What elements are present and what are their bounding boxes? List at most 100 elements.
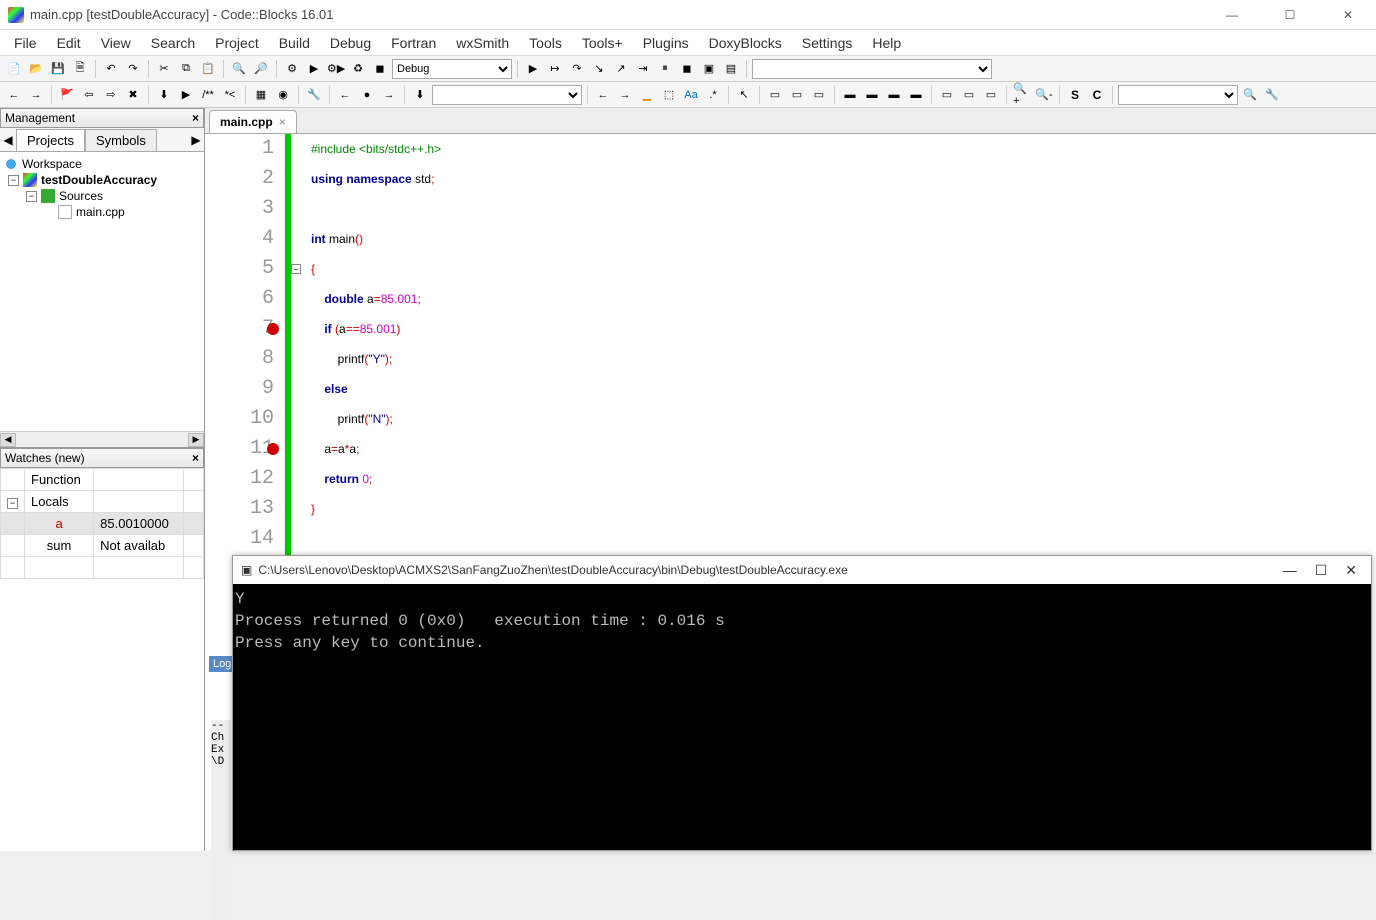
debug-continue-icon[interactable]: ↦ [545, 59, 565, 79]
wx6-icon[interactable]: ▬ [884, 85, 904, 105]
line-number[interactable]: 10 [205, 404, 284, 434]
nav-r-icon[interactable]: → [615, 85, 635, 105]
wx5-icon[interactable]: ▬ [862, 85, 882, 105]
tab-symbols[interactable]: Symbols [85, 129, 157, 151]
tab-nav-right-icon[interactable]: ▶ [188, 133, 204, 147]
cut-icon[interactable]: ✂ [154, 59, 174, 79]
line-number[interactable]: 6 [205, 284, 284, 314]
nav-l-icon[interactable]: ← [593, 85, 613, 105]
text-icon[interactable]: ⬚ [659, 85, 679, 105]
copy-icon[interactable]: ⧉ [176, 59, 196, 79]
aa-icon[interactable]: Aa [681, 85, 701, 105]
tree-scrollbar[interactable]: ◀ ▶ [0, 431, 204, 447]
menu-file[interactable]: File [4, 32, 47, 54]
line-number[interactable]: 14 [205, 524, 284, 554]
run-icon[interactable]: ▶ [304, 59, 324, 79]
bookmark-toggle-icon[interactable]: 🚩 [57, 85, 77, 105]
replace-icon[interactable]: 🔎 [251, 59, 271, 79]
expand-sources-icon[interactable]: − [26, 191, 37, 202]
line-number[interactable]: 1 [205, 134, 284, 164]
line-number[interactable]: 4 [205, 224, 284, 254]
step-out-icon[interactable]: ↗ [611, 59, 631, 79]
file-tab-main[interactable]: main.cpp × [209, 110, 297, 133]
cursor-icon[interactable]: ↖ [734, 85, 754, 105]
zoom-in-icon[interactable]: 🔍+ [1012, 85, 1032, 105]
menu-build[interactable]: Build [269, 32, 320, 54]
code-line[interactable] [311, 194, 441, 224]
tab-nav-left-icon[interactable]: ◀ [0, 133, 16, 147]
code-line[interactable]: } [311, 494, 441, 524]
paste-icon[interactable]: 📋 [198, 59, 218, 79]
wrench-icon[interactable]: 🔧 [304, 85, 324, 105]
forward-icon[interactable]: → [26, 85, 46, 105]
zoom-out-icon[interactable]: 🔍- [1034, 85, 1054, 105]
build-icon[interactable]: ⚙ [282, 59, 302, 79]
debug-window-icon[interactable]: ▣ [699, 59, 719, 79]
nav-fwd-icon[interactable]: → [379, 85, 399, 105]
search2-icon[interactable]: 🔍 [1240, 85, 1260, 105]
wx10-icon[interactable]: ▭ [981, 85, 1001, 105]
console-titlebar[interactable]: ▣ C:\Users\Lenovo\Desktop\ACMXS2\SanFang… [233, 556, 1371, 584]
info-icon[interactable]: ▤ [721, 59, 741, 79]
menu-settings[interactable]: Settings [792, 32, 863, 54]
c-icon[interactable]: C [1087, 85, 1107, 105]
tab-projects[interactable]: Projects [16, 129, 85, 151]
undo-icon[interactable]: ↶ [101, 59, 121, 79]
highlight-icon[interactable]: ▁ [637, 85, 657, 105]
stop-debug-icon[interactable]: ◼ [677, 59, 697, 79]
line-number[interactable]: 5 [205, 254, 284, 284]
watches-table[interactable]: Function −Locals a85.0010000 sumNot avai… [0, 468, 204, 851]
line-number[interactable]: 11 [205, 434, 284, 464]
menu-view[interactable]: View [91, 32, 141, 54]
line-number[interactable]: 13 [205, 494, 284, 524]
line-number[interactable]: 7 [205, 314, 284, 344]
search-combo[interactable] [1118, 85, 1238, 105]
scroll-right-icon[interactable]: ▶ [188, 433, 204, 447]
menu-fortran[interactable]: Fortran [381, 32, 446, 54]
menu-wxsmith[interactable]: wxSmith [446, 32, 519, 54]
close-button[interactable]: ✕ [1328, 5, 1368, 25]
arrow-down-icon[interactable]: ⬇ [410, 85, 430, 105]
wx4-icon[interactable]: ▬ [840, 85, 860, 105]
menu-tools[interactable]: Tools [519, 32, 572, 54]
menu-search[interactable]: Search [141, 32, 205, 54]
next-instr-icon[interactable]: ⇥ [633, 59, 653, 79]
code-line[interactable]: if (a==85.001) [311, 314, 441, 344]
fold-icon[interactable]: − [291, 264, 301, 274]
code-line[interactable]: using namespace std; [311, 164, 441, 194]
tool2-icon[interactable]: ◉ [273, 85, 293, 105]
s-icon[interactable]: S [1065, 85, 1085, 105]
tool1-icon[interactable]: ▦ [251, 85, 271, 105]
code-line[interactable]: a=a*a; [311, 434, 441, 464]
wx1-icon[interactable]: ▭ [765, 85, 785, 105]
expand-project-icon[interactable]: − [8, 175, 19, 186]
save-all-icon[interactable]: 🗎 [70, 59, 90, 79]
project-label[interactable]: testDoubleAccuracy [41, 173, 157, 187]
compile-file-icon[interactable]: ⬇ [154, 85, 174, 105]
abort-icon[interactable]: ◼ [370, 59, 390, 79]
debug-run-icon[interactable]: ▶ [523, 59, 543, 79]
line-number[interactable]: 9 [205, 374, 284, 404]
dotstar-icon[interactable]: .* [703, 85, 723, 105]
wx9-icon[interactable]: ▭ [959, 85, 979, 105]
code-line[interactable]: int main() [311, 224, 441, 254]
console-close-icon[interactable]: ✕ [1339, 562, 1363, 579]
line-number[interactable]: 8 [205, 344, 284, 374]
breakpoint-icon[interactable] [267, 443, 279, 455]
code-line[interactable]: #include <bits/stdc++.h> [311, 134, 441, 164]
redo-icon[interactable]: ↷ [123, 59, 143, 79]
maximize-button[interactable]: ☐ [1270, 5, 1310, 25]
sources-label[interactable]: Sources [59, 189, 103, 203]
code-line[interactable]: else [311, 374, 441, 404]
menu-tools[interactable]: Tools+ [572, 32, 633, 54]
menu-edit[interactable]: Edit [47, 32, 91, 54]
back-icon[interactable]: ← [4, 85, 24, 105]
nav-back-icon[interactable]: ← [335, 85, 355, 105]
console-output[interactable]: Y Process returned 0 (0x0) execution tim… [233, 584, 1371, 850]
nav-dot-icon[interactable]: ● [357, 85, 377, 105]
code-line[interactable]: return 0; [311, 464, 441, 494]
debugger-combo[interactable] [752, 59, 992, 79]
minimize-button[interactable]: — [1212, 5, 1252, 25]
break-icon[interactable]: ⏸ [655, 59, 675, 79]
settings-icon[interactable]: 🔧 [1262, 85, 1282, 105]
